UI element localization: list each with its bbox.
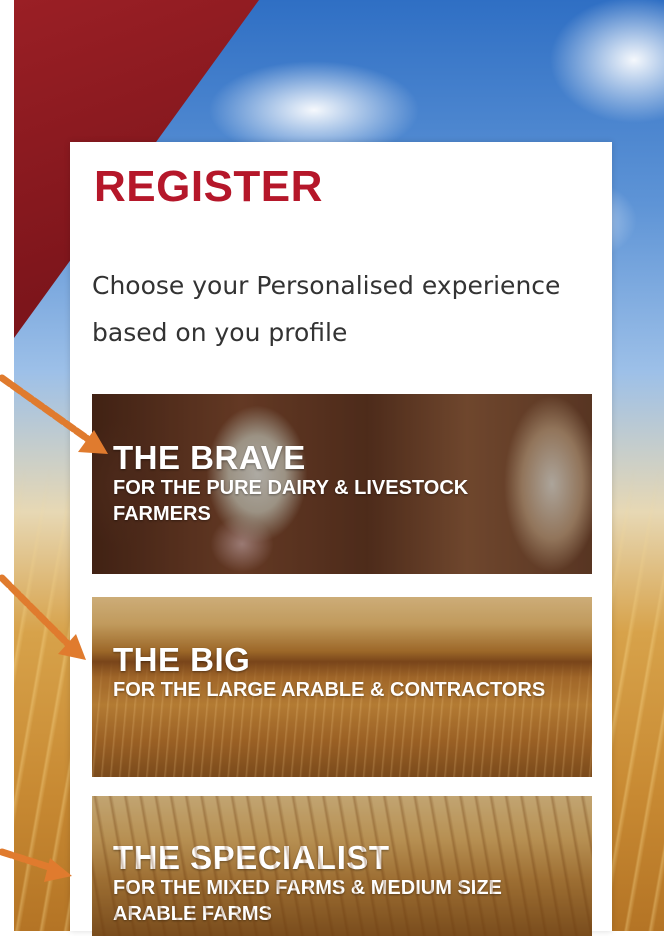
profile-name: THE SPECIALIST [113, 839, 390, 876]
profile-name: THE BRAVE [113, 439, 306, 476]
profile-description: FOR THE LARGE ARABLE & CONTRACTORS [113, 679, 546, 701]
profile-card-big[interactable]: THE BIG FOR THE LARGE ARABLE & CONTRACTO… [92, 597, 592, 777]
card-overlay [92, 597, 592, 777]
card-text: THE BRAVE FOR THE PURE DAIRY & LIVESTOCK… [113, 441, 563, 527]
profile-description: FOR THE PURE DAIRY & LIVESTOCK FARMERS [113, 477, 469, 525]
page-title: REGISTER [94, 162, 323, 211]
annotation-arrow-icon [0, 848, 72, 882]
profile-card-brave[interactable]: THE BRAVE FOR THE PURE DAIRY & LIVESTOCK… [92, 394, 592, 574]
profile-card-specialist[interactable]: THE SPECIALIST FOR THE MIXED FARMS & MED… [92, 796, 592, 936]
profile-name: THE BIG [113, 641, 251, 678]
annotation-arrow-icon [0, 374, 108, 454]
profile-description: FOR THE MIXED FARMS & MEDIUM SIZE ARABLE… [113, 877, 502, 925]
card-text: THE SPECIALIST FOR THE MIXED FARMS & MED… [113, 841, 563, 927]
register-panel: REGISTER Choose your Personalised experi… [70, 142, 612, 936]
intro-text: Choose your Personalised experience base… [92, 271, 561, 347]
card-text: THE BIG FOR THE LARGE ARABLE & CONTRACTO… [113, 643, 563, 703]
annotation-arrow-icon [0, 574, 86, 660]
card-overlay [92, 796, 592, 936]
